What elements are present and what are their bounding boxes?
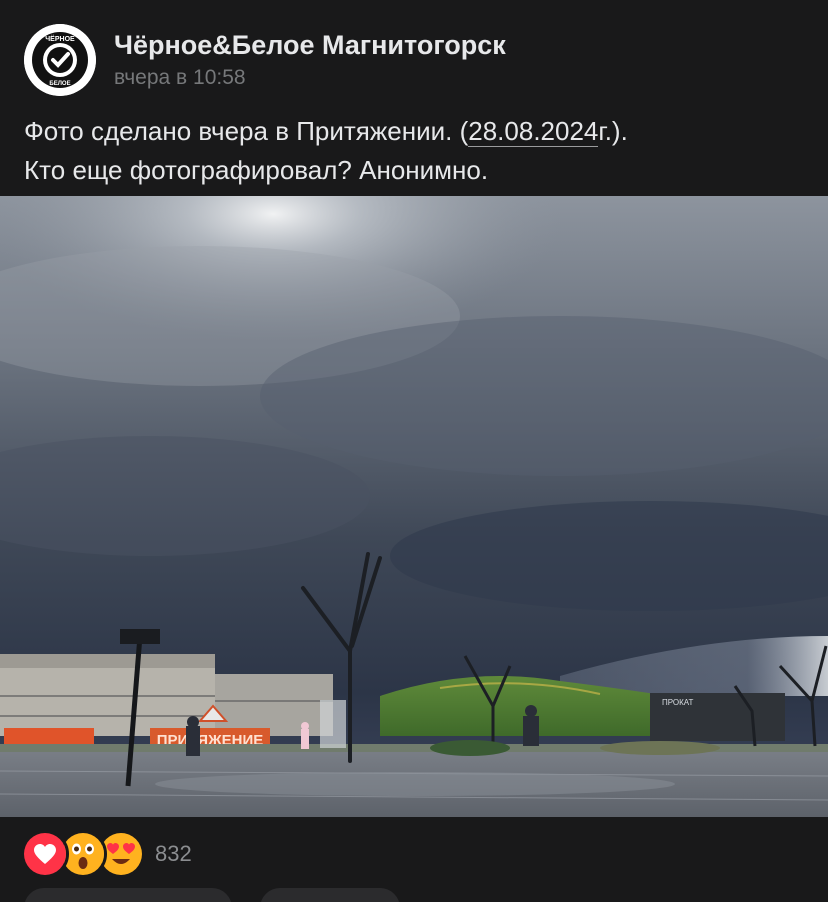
reactions-summary[interactable]: 832 <box>21 830 192 878</box>
photo-booth-text: ПРОКАТ <box>662 698 694 707</box>
text-part-1: Фото сделано вчера в Притяжении. ( <box>24 116 469 146</box>
post-time[interactable]: вчера в 10:58 <box>114 66 246 90</box>
post-text: Фото сделано вчера в Притяжении. (28.08.… <box>24 112 814 190</box>
community-logo-icon: ЧЁРНОЕ БЕЛОЕ <box>24 24 96 96</box>
like-action-button[interactable] <box>24 888 232 902</box>
logo-text-top: ЧЁРНОЕ <box>45 35 75 43</box>
comment-action-button[interactable] <box>260 888 400 902</box>
post-photo[interactable]: ПРИТЯЖЕНИЕ ПРОКАТ <box>0 196 828 817</box>
action-buttons-row <box>24 888 804 902</box>
text-part-2: г.). <box>598 116 628 146</box>
post-header: ЧЁРНОЕ БЕЛОЕ Чёрное&Белое Магнитогорск в… <box>24 24 804 96</box>
post-card: ЧЁРНОЕ БЕЛОЕ Чёрное&Белое Магнитогорск в… <box>0 0 828 902</box>
post-text-line-2: Кто еще фотографировал? Анонимно. <box>24 155 489 185</box>
heart-icon <box>21 830 69 878</box>
date-hashtag-link[interactable]: 28.08.2024 <box>468 116 599 147</box>
photo-storm-sky-image: ПРИТЯЖЕНИЕ ПРОКАТ <box>0 196 828 817</box>
reactions-count: 832 <box>155 841 192 866</box>
post-text-line-1: Фото сделано вчера в Притяжении. (28.08.… <box>24 112 814 151</box>
community-avatar[interactable]: ЧЁРНОЕ БЕЛОЕ <box>24 24 96 96</box>
community-name[interactable]: Чёрное&Белое Магнитогорск <box>114 30 506 61</box>
logo-text-bottom: БЕЛОЕ <box>49 81 70 87</box>
